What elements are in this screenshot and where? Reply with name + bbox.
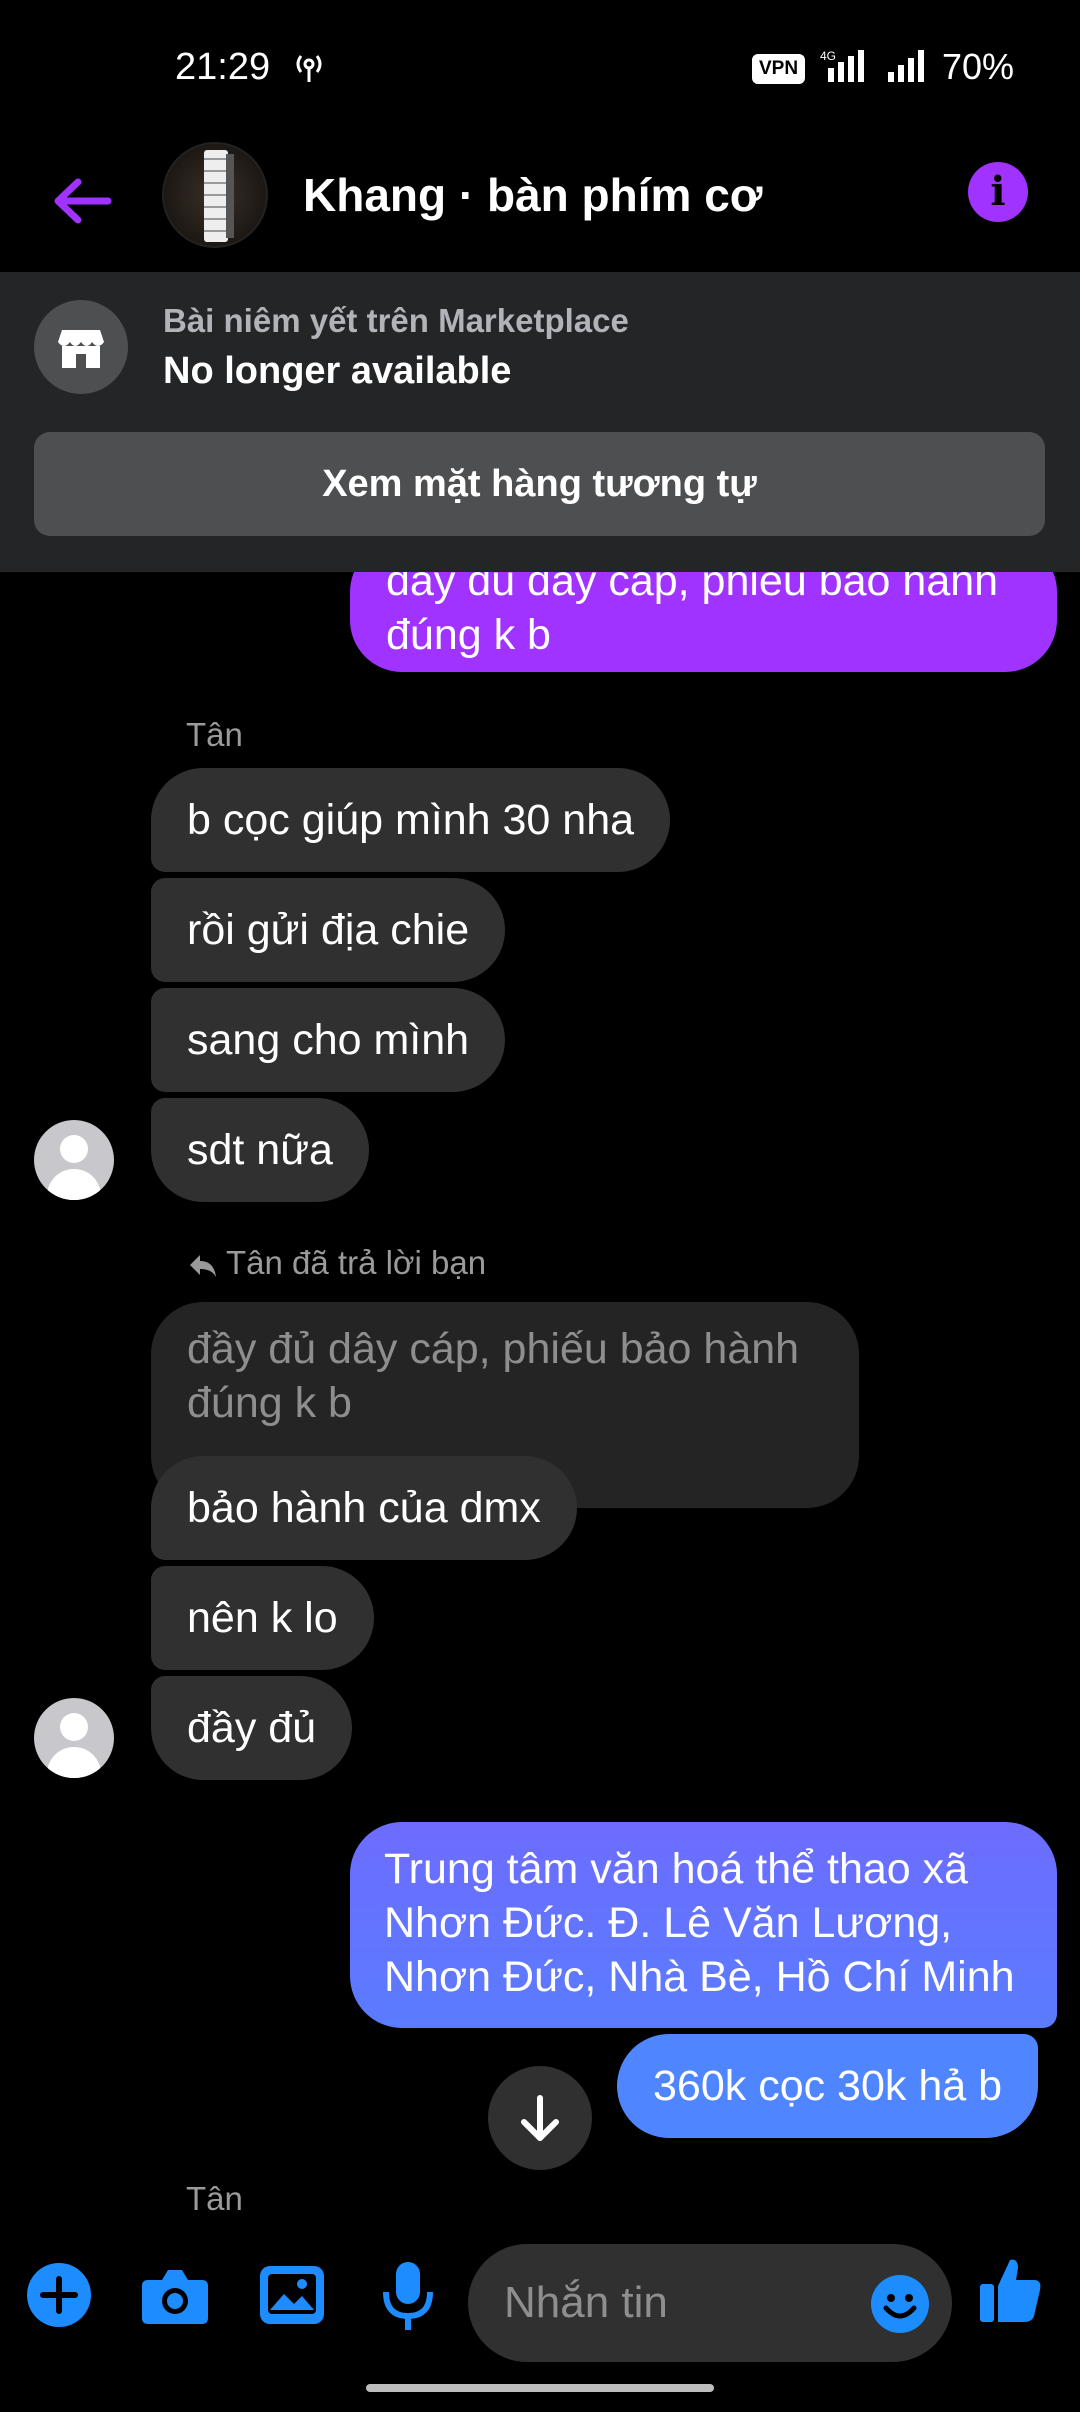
marketplace-banner-front: Bài niêm yết trên Marketplace No longer …: [0, 272, 1080, 572]
home-indicator[interactable]: [366, 2384, 714, 2392]
info-icon[interactable]: i: [968, 162, 1028, 222]
quoted-text-line: đầy đủ dây cáp, phiếu bảo hành: [187, 1325, 800, 1373]
plus-icon[interactable]: [26, 2262, 92, 2328]
scroll-to-bottom-button[interactable]: [488, 2066, 592, 2170]
message-text-line: Nhơn Đức. Đ. Lê Văn Lương,: [384, 1899, 953, 1947]
sender-avatar[interactable]: [34, 1698, 114, 1778]
emoji-icon[interactable]: [870, 2274, 930, 2334]
status-bar: 21:29 VPN 4G 70%: [0, 0, 1080, 136]
gallery-icon[interactable]: [258, 2264, 326, 2326]
message-incoming[interactable]: bảo hành của dmx: [151, 1456, 577, 1560]
sender-name: Tân: [186, 716, 243, 753]
network-type: 4G: [820, 49, 836, 63]
banner-title: No longer available: [163, 350, 512, 392]
reply-indicator: Tân đã trả lời bạn: [186, 1244, 486, 1282]
battery-level: 70%: [942, 46, 1015, 87]
conversation-title[interactable]: Khang · bàn phím cơ: [303, 168, 762, 222]
message-incoming[interactable]: nên k lo: [151, 1566, 374, 1670]
message-text-line: Trung tâm văn hoá thể thao xã: [384, 1845, 969, 1893]
message-input-placeholder: Nhắn tin: [504, 2278, 668, 2327]
back-arrow-icon[interactable]: [48, 166, 118, 236]
sender-avatar[interactable]: [34, 1120, 114, 1200]
message-composer: Nhắn tin: [0, 2230, 1080, 2370]
camera-icon[interactable]: [140, 2266, 210, 2326]
vpn-badge: VPN: [752, 54, 806, 84]
hotspot-icon: [296, 55, 322, 82]
signal-icon: 4G: [820, 49, 864, 82]
signal-icon-2: [888, 50, 924, 82]
sender-name: Tân: [186, 2180, 243, 2217]
message-outgoing[interactable]: 360k cọc 30k hả b: [617, 2034, 1039, 2138]
message-incoming[interactable]: b cọc giúp mình 30 nha: [151, 768, 671, 872]
message-input[interactable]: Nhắn tin: [468, 2244, 952, 2362]
status-time: 21:29: [175, 46, 271, 88]
contact-avatar[interactable]: [162, 142, 268, 248]
message-incoming[interactable]: sdt nữa: [151, 1098, 369, 1202]
see-similar-items-button[interactable]: Xem mặt hàng tương tự: [34, 432, 1045, 536]
arrow-down-icon: [521, 2095, 559, 2141]
reply-arrow-icon: [190, 1255, 216, 1278]
message-outgoing[interactable]: Trung tâm văn hoá thể thao xã Nhơn Đức. …: [350, 1822, 1057, 2028]
quoted-text-line: đúng k b: [187, 1379, 352, 1427]
conversation-header: Khang · bàn phím cơ i: [0, 136, 1080, 272]
message-incoming[interactable]: rồi gửi địa chie: [151, 878, 506, 982]
message-incoming[interactable]: sang cho mình: [151, 988, 506, 1092]
store-icon: [34, 300, 128, 394]
banner-subtitle: Bài niêm yết trên Marketplace: [163, 302, 629, 339]
message-incoming[interactable]: đầy đủ: [151, 1676, 353, 1780]
thumbs-up-icon[interactable]: [978, 2256, 1042, 2324]
reply-note-text: Tân đã trả lời bạn: [226, 1244, 487, 1281]
message-text-line: Nhơn Đức, Nhà Bè, Hồ Chí Minh: [384, 1953, 1015, 2001]
message-text-line: đúng k b: [386, 611, 551, 659]
mic-icon[interactable]: [380, 2260, 436, 2332]
